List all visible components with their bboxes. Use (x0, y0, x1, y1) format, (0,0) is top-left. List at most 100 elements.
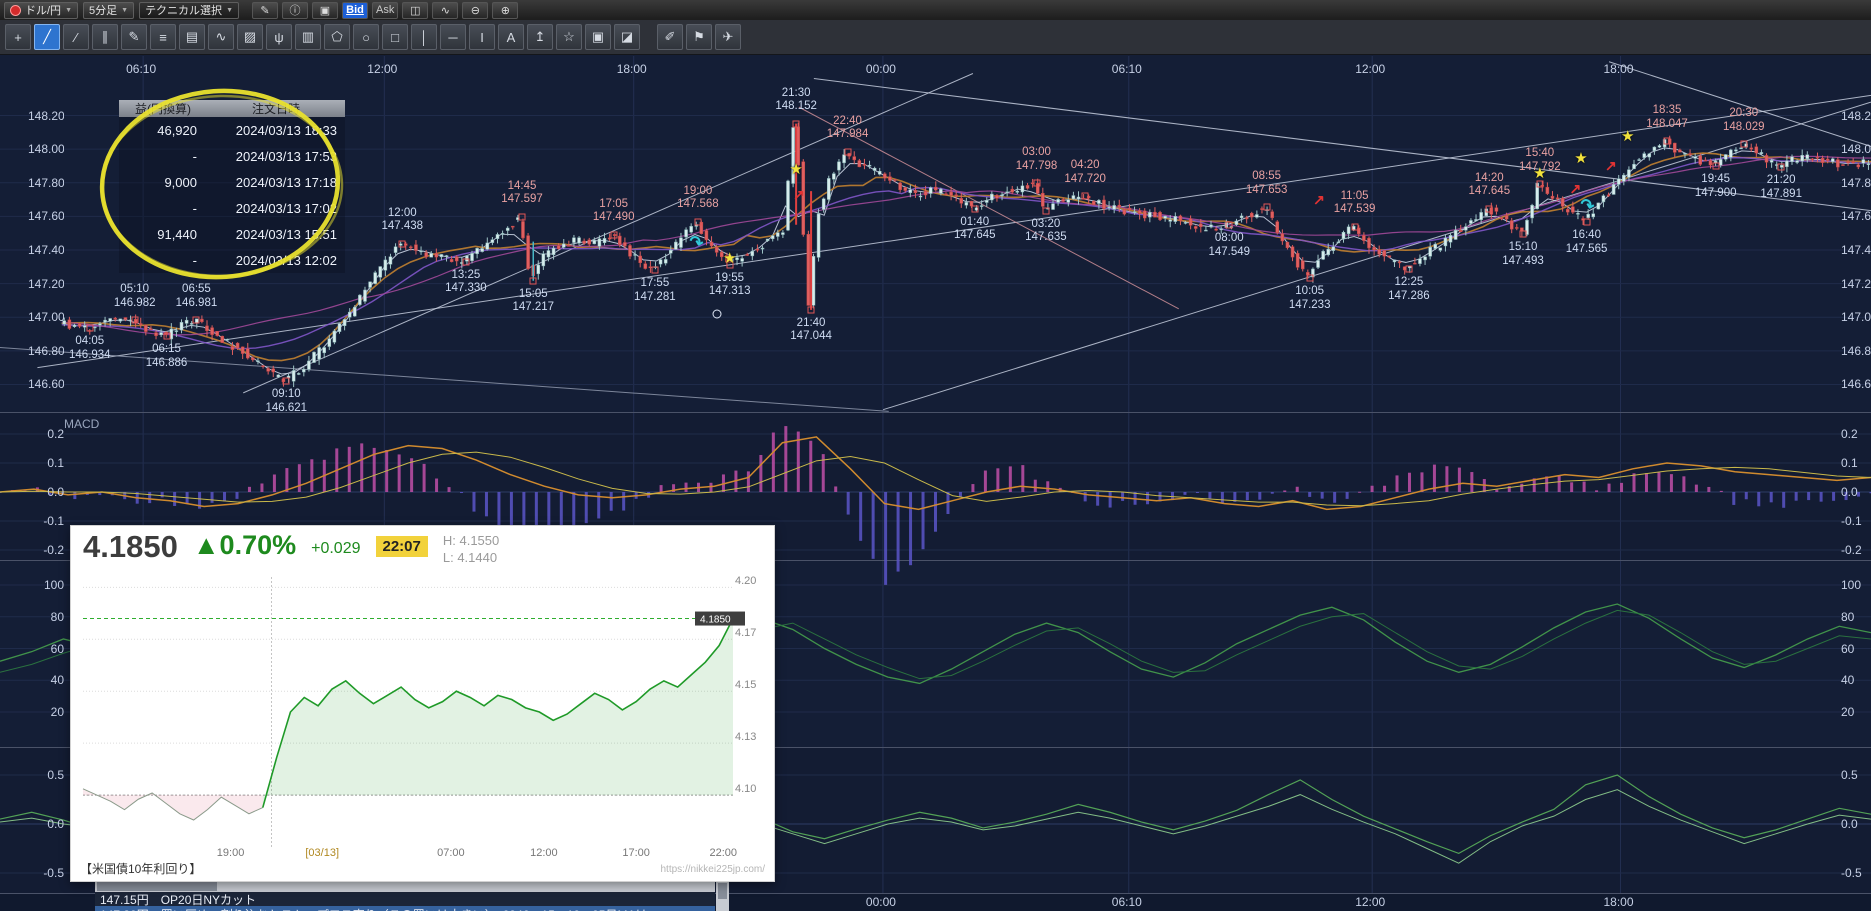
wrench-tool[interactable]: ✐ (657, 24, 683, 50)
arrow-marker-tool[interactable]: ↥ (527, 24, 553, 50)
yield-value: 4.1850 (83, 531, 178, 562)
eraser-tool[interactable]: ◪ (614, 24, 640, 50)
ellipse-tool[interactable]: ○ (353, 24, 379, 50)
zoom-in-icon[interactable]: ⊕ (492, 2, 518, 19)
y-tick-label: 4.13 (735, 731, 756, 743)
yield-time-badge: 22:07 (376, 536, 428, 557)
vline-tool[interactable]: │ (411, 24, 437, 50)
pencil-icon[interactable]: ✎ (252, 2, 278, 19)
profit-cell: - (119, 201, 197, 216)
order-datetime-cell: 2024/03/13 17:02 (197, 201, 345, 216)
yield-popup-title: 【米国債10年利回り】 (80, 860, 201, 877)
macd-panel-label: MACD (64, 417, 99, 431)
add-tool[interactable]: + (5, 24, 31, 50)
pen-tool[interactable]: ✎ (121, 24, 147, 50)
cursor-tool[interactable]: I (469, 24, 495, 50)
profit-cell: - (119, 253, 197, 268)
order-datetime-cell: 2024/03/13 18:33 (197, 123, 345, 138)
zoom-out-icon[interactable]: ⊖ (462, 2, 488, 19)
table-header: 益(円換算)注文日時 (119, 100, 345, 117)
rectangle-tool[interactable]: □ (382, 24, 408, 50)
x-tick-label: 07:00 (425, 847, 477, 859)
flag-tool[interactable]: ⚑ (686, 24, 712, 50)
yield-low: L: 4.1440 (443, 550, 499, 567)
order-datetime-cell: 2024/03/13 15:51 (197, 227, 345, 242)
yield-high-low: H: 4.1550 L: 4.1440 (443, 533, 499, 567)
stamp-tool[interactable]: ▣ (585, 24, 611, 50)
top-menubar: ドル/円 ▼ 5分足 ▼ テクニカル選択 ▼ ✎ⓘ▣BidAsk◫∿⊖⊕ (0, 0, 1871, 21)
bid-button[interactable]: Bid (342, 2, 368, 19)
x-tick-label: 22:00 (697, 847, 749, 859)
us10y-yield-popup: 4.1850 ▲0.70% +0.029 22:07 H: 4.1550 L: … (70, 525, 775, 882)
text-tool[interactable]: A (498, 24, 524, 50)
y-tick-label: 4.20 (735, 575, 756, 587)
yield-change-abs: +0.029 (311, 540, 360, 558)
table-row: 9,0002024/03/13 17:18 (119, 169, 345, 195)
trendline-tool[interactable]: ╱ (34, 24, 60, 50)
ray-tool[interactable]: ∕ (63, 24, 89, 50)
technical-select[interactable]: テクニカル選択 ▼ (139, 2, 239, 19)
fib-retracement-tool[interactable]: ≡ (150, 24, 176, 50)
wave-tool[interactable]: ∿ (208, 24, 234, 50)
profit-cell: - (119, 149, 197, 164)
fx-chart-app: ドル/円 ▼ 5分足 ▼ テクニカル選択 ▼ ✎ⓘ▣BidAsk◫∿⊖⊕ +╱∕… (0, 0, 1871, 911)
chevron-down-icon: ▼ (65, 7, 72, 14)
y-tick-label: 4.17 (735, 627, 756, 639)
line-chart-icon[interactable]: ∿ (432, 2, 458, 19)
y-tick-label: 4.15 (735, 679, 756, 691)
table-row: -2024/03/13 17:02 (119, 195, 345, 221)
order-datetime-cell: 2024/03/13 17:18 (197, 175, 345, 190)
candle-chart-icon[interactable]: ◫ (402, 2, 428, 19)
hatch-tool[interactable]: ▨ (237, 24, 263, 50)
technical-label: テクニカル選択 (145, 2, 222, 18)
icon-stamp-tool[interactable]: ☆ (556, 24, 582, 50)
pair-flag-icon (10, 5, 21, 16)
order-history-table: 益(円換算)注文日時46,9202024/03/13 18:33-2024/03… (119, 100, 345, 273)
x-tick-label: 17:00 (610, 847, 662, 859)
market-comment-rows: 147.15円 OP20日NYカット147.30円 買い厚め・割り込むとストップ… (95, 892, 715, 911)
yield-high: H: 4.1550 (443, 533, 499, 550)
bottom-info-strip: 147.15円 OP20日NYカット147.30円 買い厚め・割り込むとストップ… (95, 881, 715, 911)
info-icon[interactable]: ⓘ (282, 2, 308, 19)
share-tool[interactable]: ✈ (715, 24, 741, 50)
currency-pair-select[interactable]: ドル/円 ▼ (4, 2, 78, 19)
yield-popup-header: 4.1850 ▲0.70% +0.029 22:07 H: 4.1550 L: … (71, 526, 774, 566)
scrollbar-thumb[interactable] (97, 882, 217, 891)
drawing-toolbar: +╱∕∥✎≡▤∿▨ψ▥⬠○□│─IA↥☆▣◪ ✐⚑✈ (0, 20, 1871, 55)
table-row: 91,4402024/03/13 15:51 (119, 221, 345, 247)
pair-label: ドル/円 (25, 2, 61, 18)
market-comment-row: 147.15円 OP20日NYカット (95, 892, 715, 906)
y-tick-label: 4.10 (735, 783, 756, 795)
svg-text:4.1850: 4.1850 (700, 615, 731, 626)
x-tick-label: [03/13] (296, 847, 348, 859)
yield-line-chart: 4.1850 (71, 571, 774, 851)
chevron-down-icon: ▼ (226, 7, 233, 14)
parallel-channel-tool[interactable]: ∥ (92, 24, 118, 50)
hline-tool[interactable]: ─ (440, 24, 466, 50)
horizontal-scrollbar[interactable] (95, 881, 715, 892)
profit-cell: 91,440 (119, 227, 197, 242)
column-header: 注文日時 (207, 100, 345, 117)
pitchfork-tool[interactable]: ψ (266, 24, 292, 50)
yield-change-percent: ▲0.70% (193, 531, 296, 559)
table-row: 46,9202024/03/13 18:33 (119, 117, 345, 143)
scrollbar-thumb[interactable] (718, 883, 727, 899)
x-tick-label: 12:00 (518, 847, 570, 859)
market-comment-row: 147.30円 買い厚め・割り込むとストップロス売り（この買いは大きい）・094… (95, 906, 715, 911)
profit-cell: 9,000 (119, 175, 197, 190)
order-datetime-cell: 2024/03/13 12:02 (197, 253, 345, 268)
table-row: -2024/03/13 12:02 (119, 247, 345, 273)
timeframe-select[interactable]: 5分足 ▼ (83, 2, 134, 19)
menubar-icons: ✎ⓘ▣BidAsk◫∿⊖⊕ (252, 2, 518, 19)
order-datetime-cell: 2024/03/13 17:53 (197, 149, 345, 164)
compare-chart-icon[interactable]: ▣ (312, 2, 338, 19)
pentagon-tool[interactable]: ⬠ (324, 24, 350, 50)
watermark-url: https://nikkei225jp.com/ (661, 864, 766, 875)
gann-grid-tool[interactable]: ▤ (179, 24, 205, 50)
table-row: -2024/03/13 17:53 (119, 143, 345, 169)
vertical-scrollbar[interactable] (716, 881, 729, 911)
ask-button[interactable]: Ask (372, 2, 398, 19)
timeframe-label: 5分足 (89, 2, 117, 18)
histogram-tool[interactable]: ▥ (295, 24, 321, 50)
column-header: 益(円換算) (119, 100, 207, 117)
